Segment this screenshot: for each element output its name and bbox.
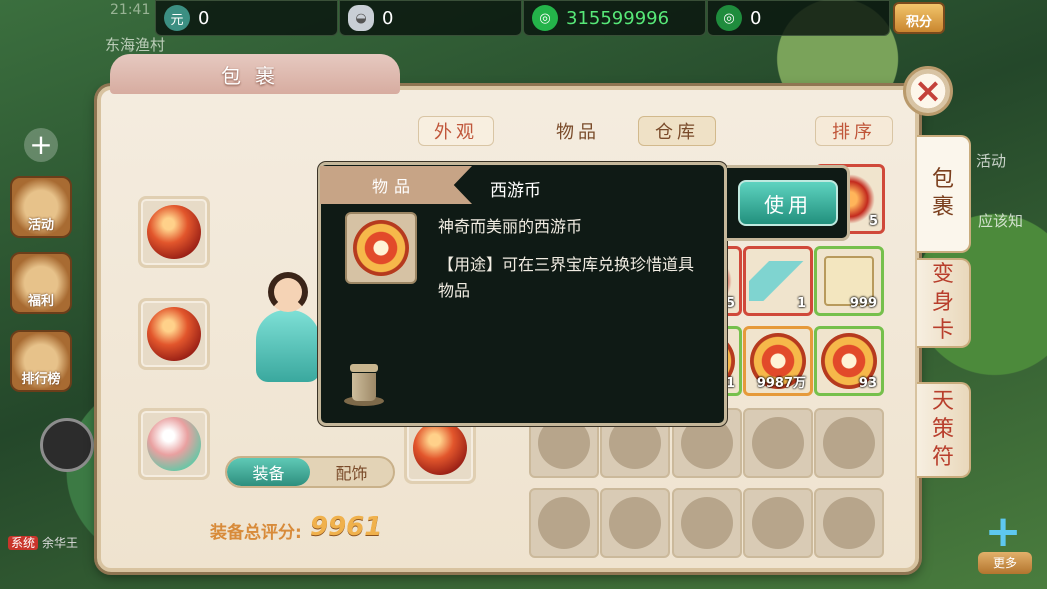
character-head (268, 272, 308, 312)
chat-log[interactable]: 系统 余华王 (8, 534, 78, 551)
add-icon[interactable]: + (24, 128, 58, 162)
yuan-currency[interactable]: 元 0 (155, 0, 338, 36)
location-label: 东海渔村 (105, 36, 166, 54)
jade-value: 315599996 (566, 7, 670, 29)
xiyou-coin-icon (353, 220, 409, 276)
more-button[interactable]: 更多 (978, 552, 1032, 574)
item-qty: 1 (796, 296, 806, 311)
weapon-icon (147, 205, 201, 259)
empty-slot (681, 497, 733, 549)
locked-jade-icon: ◎ (716, 5, 742, 31)
dragon-item-icon (749, 261, 807, 301)
trash-can (352, 373, 376, 401)
side-tab-tiance-talisman[interactable]: 天 策 符 (917, 382, 971, 478)
silver-currency[interactable]: ◒ 0 (339, 0, 522, 36)
chat-icon[interactable] (40, 418, 94, 472)
tab-items[interactable]: 物品 (548, 116, 608, 146)
armor-icon (147, 307, 201, 361)
ranking-button[interactable]: 排行榜 (10, 330, 72, 392)
boots-icon (413, 421, 467, 475)
trash-lid (350, 364, 378, 372)
yuan-value: 0 (198, 7, 210, 29)
item-qty: 1 (725, 376, 735, 391)
bag-cell[interactable]: 1 (743, 246, 813, 316)
panel-title: 包裹 (110, 54, 400, 94)
bag-cell-empty[interactable] (529, 488, 599, 558)
empty-slot (752, 497, 804, 549)
empty-slot (752, 417, 804, 469)
tooltip-description: 神奇而美丽的西游币 (438, 217, 583, 236)
toggle-accessory[interactable]: 配饰 (310, 458, 393, 486)
item-qty: 9987万 (756, 376, 806, 391)
ranking-label: 排行榜 (21, 372, 61, 387)
tab-appearance[interactable]: 外观 (418, 116, 494, 146)
clock: 21:41 (110, 2, 151, 18)
bag-cell-selected[interactable]: 9987万 (743, 326, 813, 396)
empty-slot (823, 497, 875, 549)
equip-slot-accessory[interactable] (138, 408, 210, 480)
close-icon[interactable]: × (903, 66, 953, 116)
bag-cell-empty[interactable] (814, 408, 884, 478)
empty-slot (823, 417, 875, 469)
score-value: 9961 (310, 512, 383, 542)
chat-badge: 系统 (8, 536, 39, 550)
empty-slot (538, 497, 590, 549)
bag-cell-empty[interactable] (743, 408, 813, 478)
bag-cell-empty[interactable] (672, 488, 742, 558)
silver-ingot-icon: ◒ (348, 5, 374, 31)
right-hint-activity[interactable]: 活动 (976, 150, 1006, 171)
score-label: 装备总评分: (210, 523, 302, 543)
silver-value: 0 (382, 7, 394, 29)
empty-slot (609, 497, 661, 549)
sort-button[interactable]: 排序 (815, 116, 893, 146)
side-tab-bag[interactable]: 包 裹 (917, 135, 971, 253)
tab-warehouse[interactable]: 仓库 (638, 116, 716, 146)
equip-slot-weapon[interactable] (138, 196, 210, 268)
item-qty: 999 (849, 296, 877, 311)
item-qty: 5 (868, 214, 878, 229)
right-hint-notice[interactable]: 应该知 (978, 210, 1023, 231)
bag-cell[interactable]: 999 (814, 246, 884, 316)
jade-icon: ◎ (532, 5, 558, 31)
use-button[interactable]: 使用 (738, 180, 838, 226)
tooltip-category-tag: 物品 (320, 166, 472, 204)
yuan-coin-icon: 元 (164, 5, 190, 31)
item-qty: 93 (858, 376, 877, 391)
tooltip-item-icon (345, 212, 417, 284)
welfare-button[interactable]: 福利 (10, 252, 72, 314)
jade-currency[interactable]: ◎ 315599996 (523, 0, 706, 36)
bag-cell-empty[interactable] (814, 488, 884, 558)
equip-slot-armor[interactable] (138, 298, 210, 370)
tooltip-item-name: 西游币 (490, 181, 541, 201)
locked-jade-currency[interactable]: ◎ 0 (707, 0, 890, 36)
equip-accessory-toggle[interactable]: 装备 配饰 (225, 456, 395, 488)
bag-cell[interactable]: 93 (814, 326, 884, 396)
character-body (256, 310, 320, 382)
accessory-icon (147, 417, 201, 471)
side-tab-transform-card[interactable]: 变 身 卡 (917, 258, 971, 348)
points-button[interactable]: 积分 (893, 2, 945, 34)
chat-text: 余华王 (42, 536, 79, 550)
bag-cell-empty[interactable] (743, 488, 813, 558)
tooltip-usage: 【用途】可在三界宝库兑换珍惜道具物品 (438, 255, 695, 300)
item-qty: 5 (725, 296, 735, 311)
locked-jade-value: 0 (750, 7, 762, 29)
activity-button[interactable]: 活动 (10, 176, 72, 238)
discard-trash-icon[interactable] (344, 364, 384, 408)
bag-cell-empty[interactable] (600, 488, 670, 558)
toggle-equip[interactable]: 装备 (227, 458, 310, 486)
